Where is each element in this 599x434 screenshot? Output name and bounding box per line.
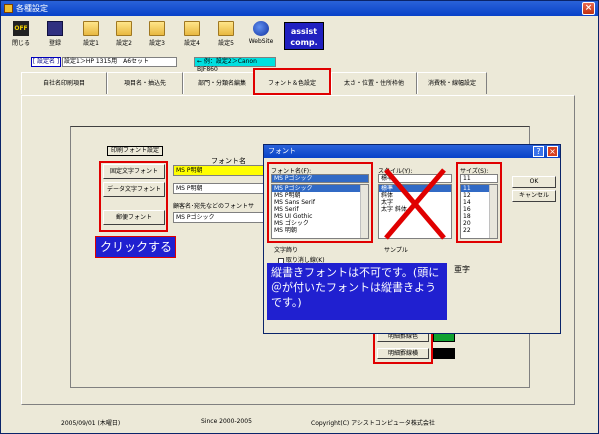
tab-thickness[interactable]: 太さ・位置・住所枠他 xyxy=(331,72,417,94)
toolbar-website-button[interactable]: WebSite xyxy=(245,19,277,53)
size-list[interactable]: 11 12 14 16 18 20 22 xyxy=(460,184,498,239)
setting-name-label: [ 設定名 ] xyxy=(31,57,61,67)
list-item[interactable]: MS Sans Serif xyxy=(272,199,368,206)
help-button[interactable]: ? xyxy=(533,146,544,157)
assist-logo[interactable]: assist comp. xyxy=(284,22,324,50)
toolbar-setting5-button[interactable]: 設定5 xyxy=(210,19,242,53)
save-icon xyxy=(47,21,63,36)
sample-text: 亜字 xyxy=(454,265,470,274)
app-icon xyxy=(4,4,13,13)
toolbar-setting3-button[interactable]: 設定3 xyxy=(141,19,173,53)
toolbar-setting4-button[interactable]: 設定4 xyxy=(176,19,208,53)
postal-font-field[interactable]: MS Pゴシック xyxy=(173,212,265,223)
effects-label: 文字飾り xyxy=(274,247,299,254)
close-button[interactable]: × xyxy=(582,2,595,15)
tab-font-color[interactable]: フォント＆色設定 xyxy=(253,68,331,95)
font-dialog-title: フォント xyxy=(264,145,560,158)
folder-icon xyxy=(184,21,200,36)
size-list-scrollbar[interactable] xyxy=(489,185,497,238)
status-copyright: Copyright(C) アシストコンピュータ株式会社 xyxy=(311,420,435,427)
data-text-font-button[interactable]: データ文字フォント xyxy=(103,182,165,197)
toolbar-close-button[interactable]: OFF 閉じる xyxy=(5,19,37,53)
window-title: 各種設定 xyxy=(16,4,48,13)
toolbar-setting1-button[interactable]: 設定1 xyxy=(75,19,107,53)
font-list-scrollbar[interactable] xyxy=(360,185,368,238)
title-bar: 各種設定 × xyxy=(1,1,598,16)
cancel-button[interactable]: キャンセル xyxy=(512,190,556,202)
sample-label: サンプル xyxy=(384,247,408,254)
postal-font-button[interactable]: 郵便フォント xyxy=(103,210,165,225)
off-icon: OFF xyxy=(13,21,29,36)
tab-company[interactable]: 自社名印刷項目 xyxy=(21,72,107,94)
click-annotation: クリックする xyxy=(95,236,176,258)
main-window: 各種設定 × OFF 閉じる 登録 設定1 設定2 設定3 設定4 設定5 We… xyxy=(0,0,599,434)
fixed-font-field[interactable]: MS P明朝 xyxy=(173,165,265,176)
font-name-input[interactable]: MS Pゴシック xyxy=(271,174,369,183)
status-bar: 2005/09/01 (木曜日) Since 2000-2005 Copyrig… xyxy=(1,410,598,433)
dialog-close-button[interactable]: × xyxy=(547,146,558,157)
subject-font-label: 顧客名･宛先などのフォントサ xyxy=(173,203,255,210)
font-list[interactable]: MS Pゴシック MS P明朝 MS Sans Serif MS Serif M… xyxy=(271,184,369,239)
ok-button[interactable]: OK xyxy=(512,176,556,188)
list-item[interactable]: MS UI Gothic xyxy=(272,213,368,220)
size-input[interactable]: 11 xyxy=(460,174,498,183)
print-font-settings-label: 印刷フォント設定 xyxy=(107,146,163,156)
toolbar: OFF 閉じる 登録 設定1 設定2 設定3 設定4 設定5 WebSite a… xyxy=(1,17,598,55)
fixed-text-font-button[interactable]: 固定文字フォント xyxy=(103,164,165,179)
setting-name-input[interactable]: 設定1＞HP 1315用 A6セット xyxy=(62,57,177,67)
folder-icon xyxy=(218,21,234,36)
status-since: Since 2000-2005 xyxy=(201,418,252,425)
data-font-field[interactable]: MS P明朝 xyxy=(173,183,265,194)
tab-bar: 自社名印刷項目 項目名・抽込先 部門・分類名編集 フォント＆色設定 太さ・位置・… xyxy=(21,68,575,96)
list-item[interactable]: MS Pゴシック xyxy=(272,185,368,192)
tab-items[interactable]: 項目名・抽込先 xyxy=(107,72,183,94)
list-item[interactable]: MS 明朝 xyxy=(272,227,368,234)
tab-tax[interactable]: 消費税・線幅設定 xyxy=(417,72,487,94)
folder-icon xyxy=(149,21,165,36)
folder-icon xyxy=(116,21,132,36)
black-color-swatch xyxy=(433,348,455,359)
list-item[interactable]: MS P明朝 xyxy=(272,192,368,199)
status-date: 2005/09/01 (木曜日) xyxy=(61,420,121,427)
folder-icon xyxy=(83,21,99,36)
cross-mark-icon xyxy=(384,168,446,240)
toolbar-setting2-button[interactable]: 設定2 xyxy=(108,19,140,53)
tab-departments[interactable]: 部門・分類名編集 xyxy=(183,72,261,94)
list-item[interactable]: MS ゴシック xyxy=(272,220,368,227)
globe-icon xyxy=(253,21,269,36)
setting-hint: ← 例：設定2＞Canon BJF860 xyxy=(194,57,276,73)
vertical-font-note: 縦書きフォントは不可です。(頭に＠が付いたフォントは縦書きようです。) xyxy=(267,263,447,320)
toolbar-save-button[interactable]: 登録 xyxy=(39,19,71,53)
list-item[interactable]: MS Serif xyxy=(272,206,368,213)
detail-line-horizontal-button[interactable]: 明細罫線横 xyxy=(377,348,429,359)
